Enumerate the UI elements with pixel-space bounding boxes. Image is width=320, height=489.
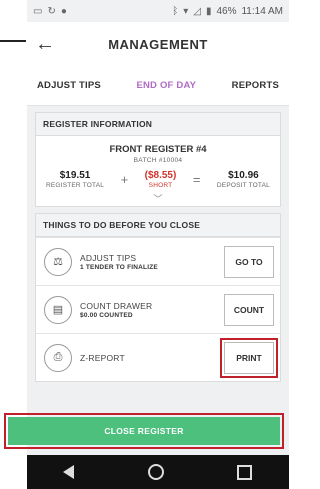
count-button[interactable]: COUNT (224, 293, 274, 326)
todo-subtitle: 1 TENDER TO FINALIZE (80, 263, 158, 271)
todo-item-adjust-tips: ⚖ ADJUST TIPS 1 TENDER TO FINALIZE GO TO (36, 237, 280, 285)
todo-subtitle: $0.00 COUNTED (80, 311, 133, 319)
register-total-label: REGISTER TOTAL (46, 182, 105, 189)
sync-icon: ↻ (47, 5, 56, 17)
printer-icon: ⎙ (44, 343, 72, 372)
close-register-button[interactable]: CLOSE REGISTER (8, 417, 280, 445)
batch-number: BATCH #10004 (133, 157, 183, 164)
go-to-button[interactable]: GO TO (224, 245, 274, 278)
plus-sign: + (120, 172, 129, 187)
deposit-total-value: $10.96 (228, 170, 259, 181)
register-total: $19.51 REGISTER TOTAL (46, 170, 104, 189)
register-info-heading: REGISTER INFORMATION (36, 113, 280, 136)
nav-home-icon[interactable] (147, 464, 164, 480)
status-bar: ▭ ↻ ● ᛒ ▾ ◿ ▮ 46% 11:14 AM (27, 0, 289, 22)
todo-title: COUNT DRAWER (80, 300, 153, 311)
scale-icon: ⚖ (44, 247, 72, 276)
bluetooth-icon: ᛒ (172, 5, 179, 17)
back-arrow-icon[interactable]: ← (27, 22, 63, 66)
chevron-down-icon[interactable]: ﹀ (36, 189, 280, 206)
todo-item-z-report: ⎙ Z-REPORT PRINT (36, 333, 280, 381)
battery-icon: ▮ (205, 5, 212, 17)
clock: 11:14 AM (241, 5, 283, 17)
tab-adjust-tips[interactable]: ADJUST TIPS (37, 80, 101, 91)
equals-sign: = (192, 172, 201, 187)
battery-percent: 46% (216, 5, 237, 17)
register-info-card: REGISTER INFORMATION FRONT REGISTER #4 B… (35, 112, 281, 207)
totals-row: $19.51 REGISTER TOTAL + ($8.55) SHORT = … (36, 164, 280, 189)
signal-icon: ◿ (193, 5, 201, 17)
close-register-area: CLOSE REGISTER (0, 413, 291, 451)
app-bar: ← MANAGEMENT (27, 22, 289, 66)
register-total-value: $19.51 (59, 170, 91, 181)
print-button[interactable]: PRINT (220, 337, 278, 378)
nav-recents-icon[interactable] (237, 464, 253, 480)
short-label: SHORT (148, 182, 173, 189)
tab-reports[interactable]: REPORTS (232, 80, 279, 91)
image-icon: ▭ (33, 5, 43, 17)
todo-title: ADJUST TIPS (80, 252, 137, 263)
short-value: ($8.55) (144, 170, 177, 181)
cash-drawer-icon: ▤ (44, 295, 72, 324)
todo-item-count-drawer: ▤ COUNT DRAWER $0.00 COUNTED COUNT (36, 285, 280, 333)
android-nav-bar (27, 455, 289, 489)
wifi-icon: ▾ (183, 5, 189, 17)
tab-bar: ADJUST TIPS END OF DAY REPORTS (27, 66, 289, 106)
register-name: FRONT REGISTER #4 (109, 144, 207, 155)
todo-title: Z-REPORT (80, 352, 125, 363)
deposit-total-label: DEPOSIT TOTAL (216, 182, 270, 189)
nav-back-icon[interactable] (62, 465, 75, 479)
todo-heading: THINGS TO DO BEFORE YOU CLOSE (36, 214, 280, 237)
deposit-total: $10.96 DEPOSIT TOTAL (217, 170, 270, 189)
callout-line (0, 40, 26, 42)
location-icon: ● (60, 5, 67, 17)
page-title: MANAGEMENT (108, 36, 208, 52)
short-amount: ($8.55) SHORT (145, 170, 177, 189)
tab-end-of-day[interactable]: END OF DAY (136, 80, 196, 91)
todo-card: THINGS TO DO BEFORE YOU CLOSE ⚖ ADJUST T… (35, 213, 281, 382)
